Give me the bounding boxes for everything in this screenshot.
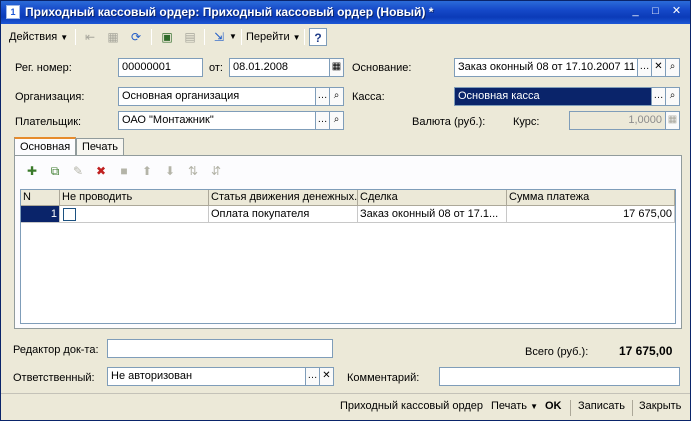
editor-label: Редактор док-та: bbox=[13, 344, 99, 356]
doc-form-button[interactable]: Приходный кассовый ордер bbox=[340, 400, 483, 416]
row-number-cell[interactable]: 1 bbox=[21, 206, 60, 223]
deal-cell[interactable]: Заказ оконный 08 от 17.1... bbox=[358, 206, 507, 223]
comment-field[interactable] bbox=[439, 367, 680, 386]
total-label: Всего (руб.): bbox=[525, 346, 589, 358]
column-header[interactable]: Не проводить bbox=[60, 190, 209, 206]
help-icon[interactable]: ? bbox=[309, 28, 327, 46]
select-ellipsis-icon[interactable]: … bbox=[315, 87, 330, 106]
maximize-button[interactable]: □ bbox=[647, 4, 664, 20]
responsible-field[interactable]: Не авторизован bbox=[107, 367, 306, 386]
print-menu[interactable]: Печать ▼ bbox=[491, 400, 538, 416]
title-bar[interactable]: 1 Приходный кассовый ордер: Приходный ка… bbox=[1, 1, 690, 24]
currency-label: Валюта (руб.): bbox=[412, 116, 486, 128]
clear-icon[interactable]: ✕ bbox=[651, 58, 666, 77]
search-icon[interactable]: ⌕ bbox=[665, 87, 680, 106]
organization-label: Организация: bbox=[15, 91, 85, 103]
column-header[interactable]: N bbox=[21, 190, 60, 206]
chevron-down-icon[interactable]: ▼ bbox=[229, 28, 237, 46]
document-window: 1 Приходный кассовый ордер: Приходный ка… bbox=[0, 0, 691, 421]
actions-menu-label: Действия bbox=[9, 31, 58, 43]
close-window-button[interactable]: ✕ bbox=[668, 4, 685, 20]
tab-panel-main: ✚ ⧉ ✎ ✖ ■ ⬆ ⬇ ⇅ ⇵ N Не проводить Статья … bbox=[14, 155, 682, 329]
copy-icon[interactable]: ▦ bbox=[104, 28, 122, 46]
select-ellipsis-icon[interactable]: … bbox=[315, 111, 330, 130]
toolbar-divider bbox=[304, 29, 305, 45]
toolbar-divider bbox=[151, 29, 152, 45]
tab-main[interactable]: Основная bbox=[14, 137, 76, 157]
add-row-icon[interactable]: ✚ bbox=[23, 162, 41, 180]
close-button[interactable]: Закрыть bbox=[639, 400, 681, 416]
document-icon: 1 bbox=[6, 5, 20, 19]
search-icon[interactable]: ⌕ bbox=[665, 58, 680, 77]
chevron-down-icon: ▼ bbox=[60, 33, 69, 42]
no-post-checkbox[interactable] bbox=[63, 208, 76, 221]
responsible-label: Ответственный: bbox=[13, 372, 95, 384]
comment-label: Комментарий: bbox=[347, 372, 420, 384]
tab-print[interactable]: Печать bbox=[76, 138, 124, 156]
delete-row-icon[interactable]: ✖ bbox=[92, 162, 110, 180]
basis-label: Основание: bbox=[352, 62, 412, 74]
save-button[interactable]: Записать bbox=[578, 400, 625, 416]
window-title: Приходный кассовый ордер: Приходный касс… bbox=[25, 5, 434, 19]
reg-number-label: Рег. номер: bbox=[15, 62, 72, 74]
end-edit-icon[interactable]: ■ bbox=[115, 162, 133, 180]
toolbar-divider bbox=[204, 29, 205, 45]
copy-row-icon[interactable]: ⧉ bbox=[46, 162, 64, 180]
edit-row-icon[interactable]: ✎ bbox=[69, 162, 87, 180]
select-ellipsis-icon[interactable]: … bbox=[651, 87, 666, 106]
arrow-down-icon[interactable]: ⬇ bbox=[161, 162, 179, 180]
sort-ascending-icon[interactable]: ⇅ bbox=[184, 162, 202, 180]
command-bar: Приходный кассовый ордер Печать ▼ OK Зап… bbox=[1, 393, 690, 420]
cash-field[interactable]: Основная касса bbox=[454, 87, 652, 106]
search-icon[interactable]: ⌕ bbox=[329, 87, 344, 106]
select-ellipsis-icon[interactable]: … bbox=[637, 58, 652, 77]
toolbar-divider bbox=[241, 29, 242, 45]
post-document-icon[interactable]: ▣ bbox=[158, 28, 176, 46]
column-header[interactable]: Сделка bbox=[358, 190, 507, 206]
payer-field[interactable]: ОАО "Монтажник" bbox=[118, 111, 316, 130]
arrow-up-icon[interactable]: ⬆ bbox=[138, 162, 156, 180]
organization-field[interactable]: Основная организация bbox=[118, 87, 316, 106]
no-post-cell[interactable] bbox=[60, 206, 209, 223]
amount-cell[interactable]: 17 675,00 bbox=[507, 206, 675, 223]
calculator-icon: ▦ bbox=[665, 111, 680, 130]
editor-field[interactable] bbox=[107, 339, 333, 358]
minimize-button[interactable]: _ bbox=[627, 4, 644, 20]
payments-table[interactable]: N Не проводить Статья движения денежных.… bbox=[20, 189, 676, 324]
article-cell[interactable]: Оплата покупателя bbox=[209, 206, 358, 223]
select-ellipsis-icon[interactable]: … bbox=[305, 367, 320, 386]
basis-field[interactable]: Заказ оконный 08 от 17.10.2007 11 bbox=[454, 58, 638, 77]
add-row-icon[interactable]: ⇤ bbox=[81, 28, 99, 46]
chevron-down-icon: ▼ bbox=[292, 33, 301, 42]
goto-menu-label: Перейти bbox=[246, 31, 290, 43]
calendar-icon[interactable]: ▦ bbox=[329, 58, 344, 77]
goto-menu[interactable]: Перейти ▼ bbox=[246, 28, 301, 46]
reg-number-field[interactable]: 00000001 bbox=[118, 58, 203, 77]
rate-field: 1,0000 bbox=[569, 111, 666, 130]
total-value: 17 675,00 bbox=[619, 344, 673, 358]
sort-descending-icon[interactable]: ⇵ bbox=[207, 162, 225, 180]
refresh-icon[interactable]: ⟳ bbox=[127, 28, 145, 46]
command-divider bbox=[570, 400, 571, 416]
rate-label: Курс: bbox=[513, 116, 540, 128]
column-header[interactable]: Статья движения денежных... bbox=[209, 190, 358, 206]
payer-label: Плательщик: bbox=[15, 116, 82, 128]
based-on-icon[interactable]: ⇲ bbox=[210, 28, 228, 46]
date-label: от: bbox=[209, 62, 223, 74]
chevron-down-icon: ▼ bbox=[530, 402, 539, 411]
toolbar-divider bbox=[75, 29, 76, 45]
print-menu-label: Печать bbox=[491, 400, 528, 412]
ok-button[interactable]: OK bbox=[545, 400, 562, 416]
actions-menu[interactable]: Действия ▼ bbox=[9, 28, 68, 46]
clear-icon[interactable]: ✕ bbox=[319, 367, 334, 386]
search-icon[interactable]: ⌕ bbox=[329, 111, 344, 130]
unpost-document-icon[interactable]: ▤ bbox=[181, 28, 199, 46]
cash-label: Касса: bbox=[352, 91, 385, 103]
date-field[interactable]: 08.01.2008 bbox=[229, 58, 330, 77]
toolbar: Действия ▼ ⇤ ▦ ⟳ ▣ ▤ ⇲ ▼ Перейти ▼ ? bbox=[3, 26, 688, 48]
command-divider bbox=[632, 400, 633, 416]
column-header[interactable]: Сумма платежа bbox=[507, 190, 675, 206]
